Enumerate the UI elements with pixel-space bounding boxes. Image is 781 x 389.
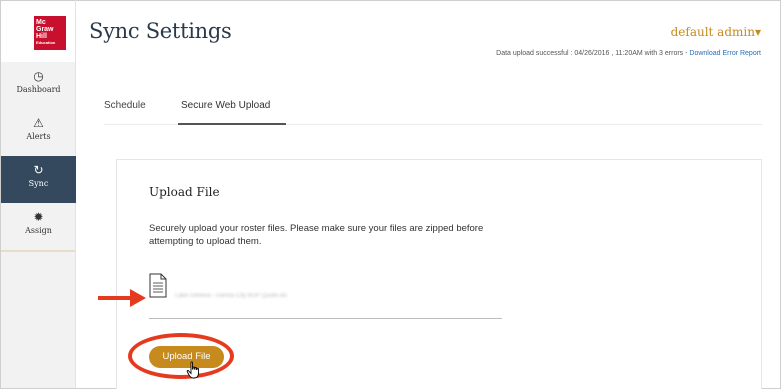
active-tab-indicator — [178, 123, 286, 125]
page-title: Sync Settings — [89, 19, 232, 43]
logo-text: Hill — [36, 33, 47, 40]
header-divider — [75, 0, 76, 62]
sidebar-item-label: Dashboard — [16, 85, 61, 94]
user-menu[interactable]: default admin▾ — [671, 25, 761, 39]
upload-title: Upload File — [149, 185, 220, 199]
logo-text: Graw — [36, 26, 54, 33]
sidebar-item-sync[interactable]: ↻ Sync — [1, 156, 76, 203]
gear-icon: ✹ — [33, 210, 44, 224]
sidebar-item-assign[interactable]: ✹ Assign — [1, 203, 76, 250]
sidebar: ◷ Dashboard ⚠ Alerts ↻ Sync ✹ Assign — [1, 62, 76, 388]
chevron-down-icon: ▾ — [754, 25, 761, 39]
tab-secure-web-upload[interactable]: Secure Web Upload — [181, 100, 270, 111]
sidebar-item-label: Sync — [28, 179, 49, 188]
selected-file-name: Lake Geneva - Genoa City BUP Quote.xls — [175, 293, 287, 299]
tab-schedule[interactable]: Schedule — [104, 100, 146, 111]
annotation-arrow-icon — [98, 289, 146, 307]
file-field-underline — [149, 318, 502, 319]
warning-icon: ⚠ — [33, 116, 44, 130]
sidebar-divider — [1, 250, 76, 252]
sidebar-item-label: Assign — [25, 226, 52, 235]
document-icon — [149, 273, 167, 298]
annotation-highlight-circle — [128, 333, 234, 379]
sidebar-item-alerts[interactable]: ⚠ Alerts — [1, 109, 76, 156]
clock-icon: ◷ — [33, 69, 44, 83]
logo-text: Education — [36, 40, 56, 45]
download-error-report-link[interactable]: Download Error Report — [689, 50, 761, 57]
user-name: default admin — [670, 25, 755, 39]
upload-status: Data upload successful : 04/26/2016 , 11… — [496, 50, 761, 57]
hand-cursor-icon — [186, 361, 199, 379]
sidebar-item-dashboard[interactable]: ◷ Dashboard — [1, 62, 76, 109]
status-text: Data upload successful : 04/26/2016 , 11… — [496, 50, 690, 57]
mcgraw-hill-logo: Mc Graw Hill Education — [34, 16, 66, 50]
sync-icon: ↻ — [33, 163, 44, 177]
sidebar-item-label: Alerts — [26, 132, 51, 141]
upload-description: Securely upload your roster files. Pleas… — [149, 223, 484, 247]
logo-text: Mc — [36, 19, 46, 26]
